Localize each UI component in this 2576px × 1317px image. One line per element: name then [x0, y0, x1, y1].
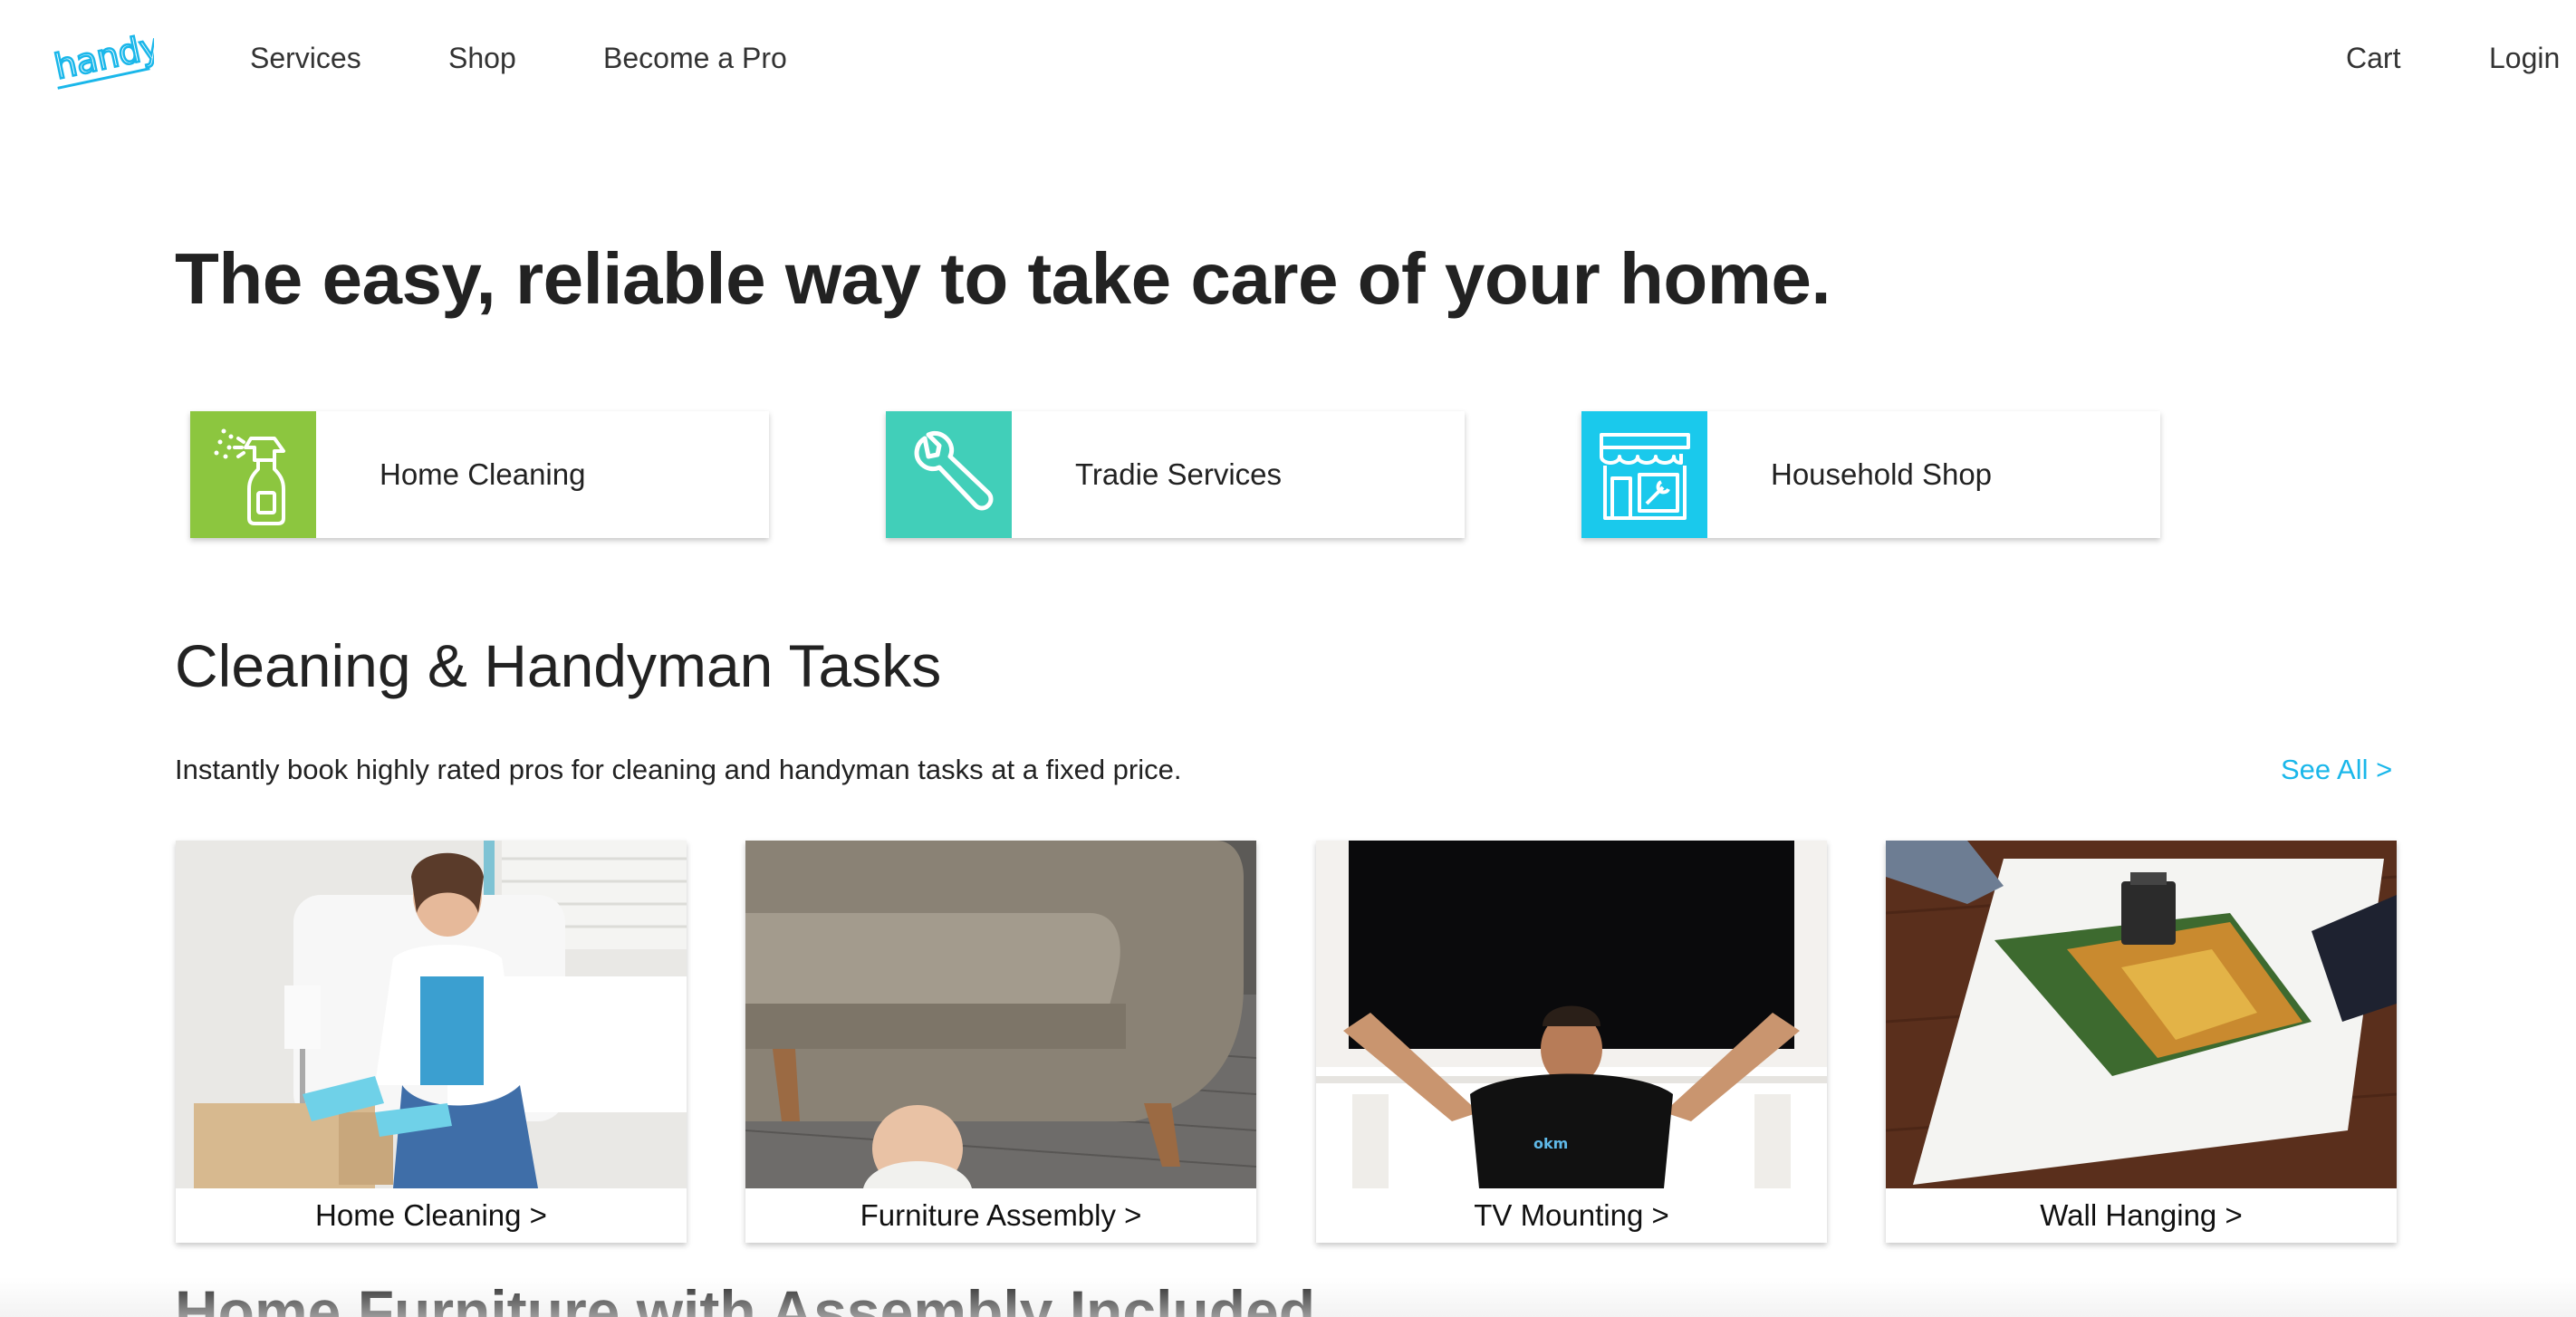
category-label: Home Cleaning — [380, 457, 586, 491]
spray-bottle-icon — [190, 411, 316, 538]
cart-link[interactable]: Cart — [2346, 40, 2400, 76]
handy-logo[interactable]: handy — [36, 20, 163, 98]
task-label: Furniture Assembly > — [860, 1198, 1142, 1232]
svg-text:okm: okm — [1533, 1135, 1568, 1152]
task-card-wall-hanging[interactable]: Wall Hanging > — [1886, 841, 2397, 1243]
task-label: Home Cleaning > — [315, 1198, 547, 1232]
login-link[interactable]: Login — [2489, 40, 2560, 76]
tasks-section-subtitle: Instantly book highly rated pros for cle… — [175, 754, 1182, 785]
hero-title: The easy, reliable way to take care of y… — [175, 238, 1831, 319]
task-label: TV Mounting > — [1474, 1198, 1669, 1232]
task-card-furniture-assembly[interactable]: Furniture Assembly > — [745, 841, 1256, 1243]
category-household-shop[interactable]: Household Shop — [1581, 411, 2160, 538]
category-label: Tradie Services — [1075, 457, 1283, 491]
furniture-assembly-photo — [745, 841, 1256, 1188]
furniture-section-title: Home Furniture with Assembly Included — [175, 1278, 1316, 1317]
category-label: Household Shop — [1771, 457, 1993, 491]
task-card-tv-mounting[interactable]: okm TV Mounting > — [1316, 841, 1827, 1243]
tv-mounting-photo: okm — [1316, 841, 1827, 1188]
category-home-cleaning[interactable]: Home Cleaning — [190, 411, 769, 538]
task-label: Wall Hanging > — [2040, 1198, 2243, 1232]
handy-logo-mark: handy — [50, 24, 154, 90]
see-all-link[interactable]: See All > — [2281, 754, 2392, 786]
tasks-section-title: Cleaning & Handyman Tasks — [175, 632, 942, 699]
nav-become-pro-link[interactable]: Become a Pro — [603, 40, 787, 76]
site-header: handy Services Shop Become a Pro Cart Lo… — [0, 0, 2576, 118]
category-tradie-services[interactable]: Tradie Services — [886, 411, 1465, 538]
wrench-icon — [886, 411, 1012, 538]
nav-services-link[interactable]: Services — [250, 40, 361, 76]
nav-shop-link[interactable]: Shop — [448, 40, 516, 76]
task-card-home-cleaning[interactable]: Home Cleaning > — [176, 841, 687, 1243]
storefront-icon — [1581, 411, 1707, 538]
home-cleaning-photo — [176, 841, 687, 1188]
wall-hanging-photo — [1886, 841, 2397, 1188]
